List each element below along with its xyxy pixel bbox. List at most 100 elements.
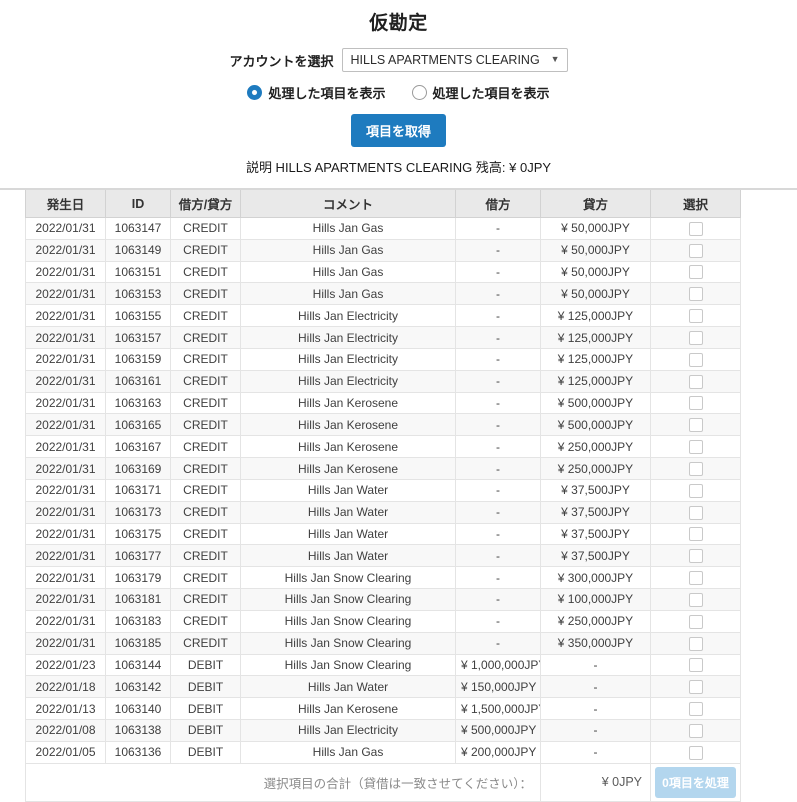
row-id: 1063159 xyxy=(106,348,171,370)
row-select-checkbox[interactable] xyxy=(689,571,703,585)
table-body: 2022/01/31 1063147 CREDIT Hills Jan Gas … xyxy=(26,218,741,764)
row-comment: Hills Jan Water xyxy=(241,545,456,567)
row-comment: Hills Jan Snow Clearing xyxy=(241,589,456,611)
row-comment: Hills Jan Snow Clearing xyxy=(241,632,456,654)
row-id: 1063138 xyxy=(106,720,171,742)
row-select-checkbox[interactable] xyxy=(689,484,703,498)
row-date: 2022/01/31 xyxy=(26,436,106,458)
row-debit: - xyxy=(456,348,541,370)
row-type: CREDIT xyxy=(171,610,241,632)
row-select-checkbox[interactable] xyxy=(689,375,703,389)
row-type: CREDIT xyxy=(171,305,241,327)
row-type: CREDIT xyxy=(171,239,241,261)
row-credit: ¥ 37,500JPY xyxy=(541,545,651,567)
row-credit: ¥ 250,000JPY xyxy=(541,436,651,458)
radio-option-unprocessed[interactable]: 処理した項目を表示 xyxy=(412,83,550,102)
row-select-checkbox[interactable] xyxy=(689,658,703,672)
radio-option-processed[interactable]: 処理した項目を表示 xyxy=(247,83,385,102)
table-row: 2022/01/31 1063181 CREDIT Hills Jan Snow… xyxy=(26,589,741,611)
row-comment: Hills Jan Kerosene xyxy=(241,414,456,436)
table-row: 2022/01/31 1063163 CREDIT Hills Jan Kero… xyxy=(26,392,741,414)
row-select-checkbox[interactable] xyxy=(689,462,703,476)
row-select-checkbox[interactable] xyxy=(689,506,703,520)
row-type: CREDIT xyxy=(171,392,241,414)
row-debit: ¥ 200,000JPY xyxy=(456,741,541,763)
row-comment: Hills Jan Snow Clearing xyxy=(241,654,456,676)
row-date: 2022/01/31 xyxy=(26,370,106,392)
row-select-checkbox[interactable] xyxy=(689,637,703,651)
row-comment: Hills Jan Kerosene xyxy=(241,392,456,414)
account-select-input[interactable]: HILLS APARTMENTS CLEARING xyxy=(342,48,568,72)
row-type: CREDIT xyxy=(171,567,241,589)
row-date: 2022/01/31 xyxy=(26,632,106,654)
row-select-checkbox[interactable] xyxy=(689,440,703,454)
row-comment: Hills Jan Snow Clearing xyxy=(241,567,456,589)
processed-radio[interactable] xyxy=(247,85,262,100)
row-debit: ¥ 500,000JPY xyxy=(456,720,541,742)
row-date: 2022/01/31 xyxy=(26,283,106,305)
row-select-checkbox[interactable] xyxy=(689,549,703,563)
row-select-checkbox[interactable] xyxy=(689,244,703,258)
row-id: 1063149 xyxy=(106,239,171,261)
row-select-checkbox[interactable] xyxy=(689,265,703,279)
row-select-checkbox[interactable] xyxy=(689,680,703,694)
row-id: 1063147 xyxy=(106,218,171,240)
row-select-checkbox[interactable] xyxy=(689,331,703,345)
row-credit: - xyxy=(541,654,651,676)
row-comment: Hills Jan Kerosene xyxy=(241,698,456,720)
row-select-checkbox[interactable] xyxy=(689,309,703,323)
row-select-checkbox[interactable] xyxy=(689,724,703,738)
row-type: CREDIT xyxy=(171,370,241,392)
column-header-id: ID xyxy=(106,190,171,218)
row-comment: Hills Jan Water xyxy=(241,501,456,523)
unprocessed-radio-label[interactable]: 処理した項目を表示 xyxy=(433,83,550,102)
row-select-checkbox[interactable] xyxy=(689,615,703,629)
row-debit: - xyxy=(456,545,541,567)
row-select-checkbox[interactable] xyxy=(689,222,703,236)
column-header-type: 借方/貸方 xyxy=(171,190,241,218)
table-row: 2022/01/31 1063173 CREDIT Hills Jan Wate… xyxy=(26,501,741,523)
table-row: 2022/01/31 1063179 CREDIT Hills Jan Snow… xyxy=(26,567,741,589)
table-row: 2022/01/31 1063177 CREDIT Hills Jan Wate… xyxy=(26,545,741,567)
row-debit: - xyxy=(456,239,541,261)
row-credit: ¥ 500,000JPY xyxy=(541,414,651,436)
row-select-checkbox[interactable] xyxy=(689,396,703,410)
row-select-checkbox[interactable] xyxy=(689,593,703,607)
row-select-checkbox[interactable] xyxy=(689,527,703,541)
account-balance-description: 説明 HILLS APARTMENTS CLEARING 残高: ¥ 0JPY xyxy=(0,157,797,176)
processed-radio-label[interactable]: 処理した項目を表示 xyxy=(268,83,385,102)
row-id: 1063151 xyxy=(106,261,171,283)
process-items-button[interactable]: 0項目を処理 xyxy=(655,767,736,798)
row-id: 1063157 xyxy=(106,327,171,349)
unprocessed-radio[interactable] xyxy=(412,85,427,100)
row-comment: Hills Jan Electricity xyxy=(241,305,456,327)
fetch-items-button[interactable]: 項目を取得 xyxy=(351,114,446,147)
row-comment: Hills Jan Kerosene xyxy=(241,436,456,458)
row-date: 2022/01/31 xyxy=(26,479,106,501)
row-id: 1063153 xyxy=(106,283,171,305)
row-select-checkbox[interactable] xyxy=(689,702,703,716)
row-debit: - xyxy=(456,523,541,545)
table-row: 2022/01/31 1063153 CREDIT Hills Jan Gas … xyxy=(26,283,741,305)
account-select[interactable]: HILLS APARTMENTS CLEARING ▼ xyxy=(342,48,568,72)
display-filter-radios: 処理した項目を表示 処理した項目を表示 xyxy=(0,83,797,102)
row-select-checkbox[interactable] xyxy=(689,353,703,367)
row-date: 2022/01/31 xyxy=(26,392,106,414)
row-date: 2022/01/31 xyxy=(26,589,106,611)
row-select-checkbox[interactable] xyxy=(689,287,703,301)
row-date: 2022/01/31 xyxy=(26,545,106,567)
row-comment: Hills Jan Gas xyxy=(241,239,456,261)
row-select-checkbox[interactable] xyxy=(689,418,703,432)
row-type: CREDIT xyxy=(171,632,241,654)
row-id: 1063155 xyxy=(106,305,171,327)
row-date: 2022/01/31 xyxy=(26,414,106,436)
row-credit: ¥ 250,000JPY xyxy=(541,458,651,480)
row-debit: - xyxy=(456,261,541,283)
row-comment: Hills Jan Electricity xyxy=(241,370,456,392)
table-row: 2022/01/31 1063183 CREDIT Hills Jan Snow… xyxy=(26,610,741,632)
row-select-checkbox[interactable] xyxy=(689,746,703,760)
row-id: 1063167 xyxy=(106,436,171,458)
row-debit: - xyxy=(456,436,541,458)
table-row: 2022/01/08 1063138 DEBIT Hills Jan Elect… xyxy=(26,720,741,742)
row-debit: ¥ 150,000JPY xyxy=(456,676,541,698)
